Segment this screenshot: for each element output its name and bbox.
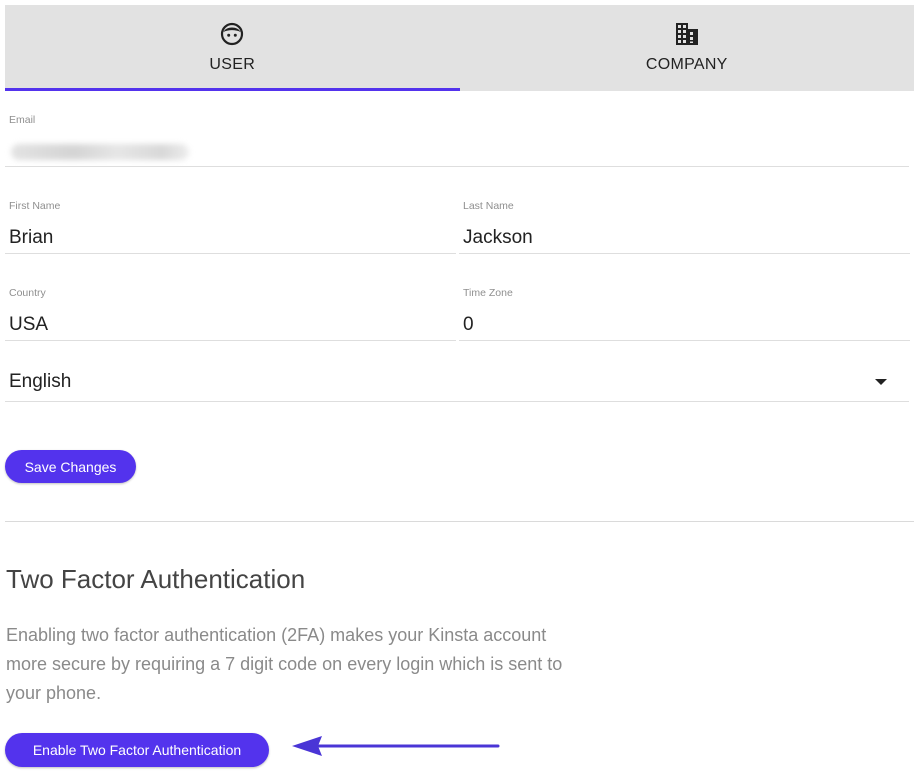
language-select[interactable]: English <box>5 362 909 402</box>
tab-user-label: USER <box>209 56 256 73</box>
time-zone-field[interactable]: Time Zone 0 <box>459 287 910 341</box>
time-zone-value: 0 <box>463 314 474 335</box>
language-value: English <box>9 371 72 392</box>
tab-user[interactable]: USER <box>5 5 460 91</box>
tab-company[interactable]: COMPANY <box>460 5 915 91</box>
two-factor-description: Enabling two factor authentication (2FA)… <box>6 625 563 703</box>
account-tabs: USER COMPANY <box>5 5 914 91</box>
country-label: Country <box>9 287 46 299</box>
first-name-value: Brian <box>9 227 54 248</box>
annotation-arrow-icon <box>292 736 500 756</box>
email-label: Email <box>9 114 36 126</box>
last-name-label: Last Name <box>463 200 514 212</box>
enable-two-factor-button[interactable]: Enable Two Factor Authentication <box>5 733 269 767</box>
last-name-value: Jackson <box>463 227 533 248</box>
first-name-field[interactable]: First Name Brian <box>5 200 456 254</box>
time-zone-label: Time Zone <box>463 287 513 299</box>
last-name-field[interactable]: Last Name Jackson <box>459 200 910 254</box>
save-changes-button[interactable]: Save Changes <box>5 450 136 483</box>
two-factor-title: Two Factor Authentication <box>6 564 306 594</box>
section-divider <box>5 521 914 522</box>
email-field[interactable]: Email <box>5 114 909 167</box>
dropdown-caret-icon <box>875 379 887 385</box>
country-field[interactable]: Country USA <box>5 287 456 341</box>
building-icon <box>674 22 700 46</box>
country-value: USA <box>9 314 49 335</box>
tab-company-label: COMPANY <box>645 56 728 73</box>
user-face-icon <box>219 22 245 46</box>
first-name-label: First Name <box>9 200 61 212</box>
email-value-blurred <box>11 144 189 160</box>
